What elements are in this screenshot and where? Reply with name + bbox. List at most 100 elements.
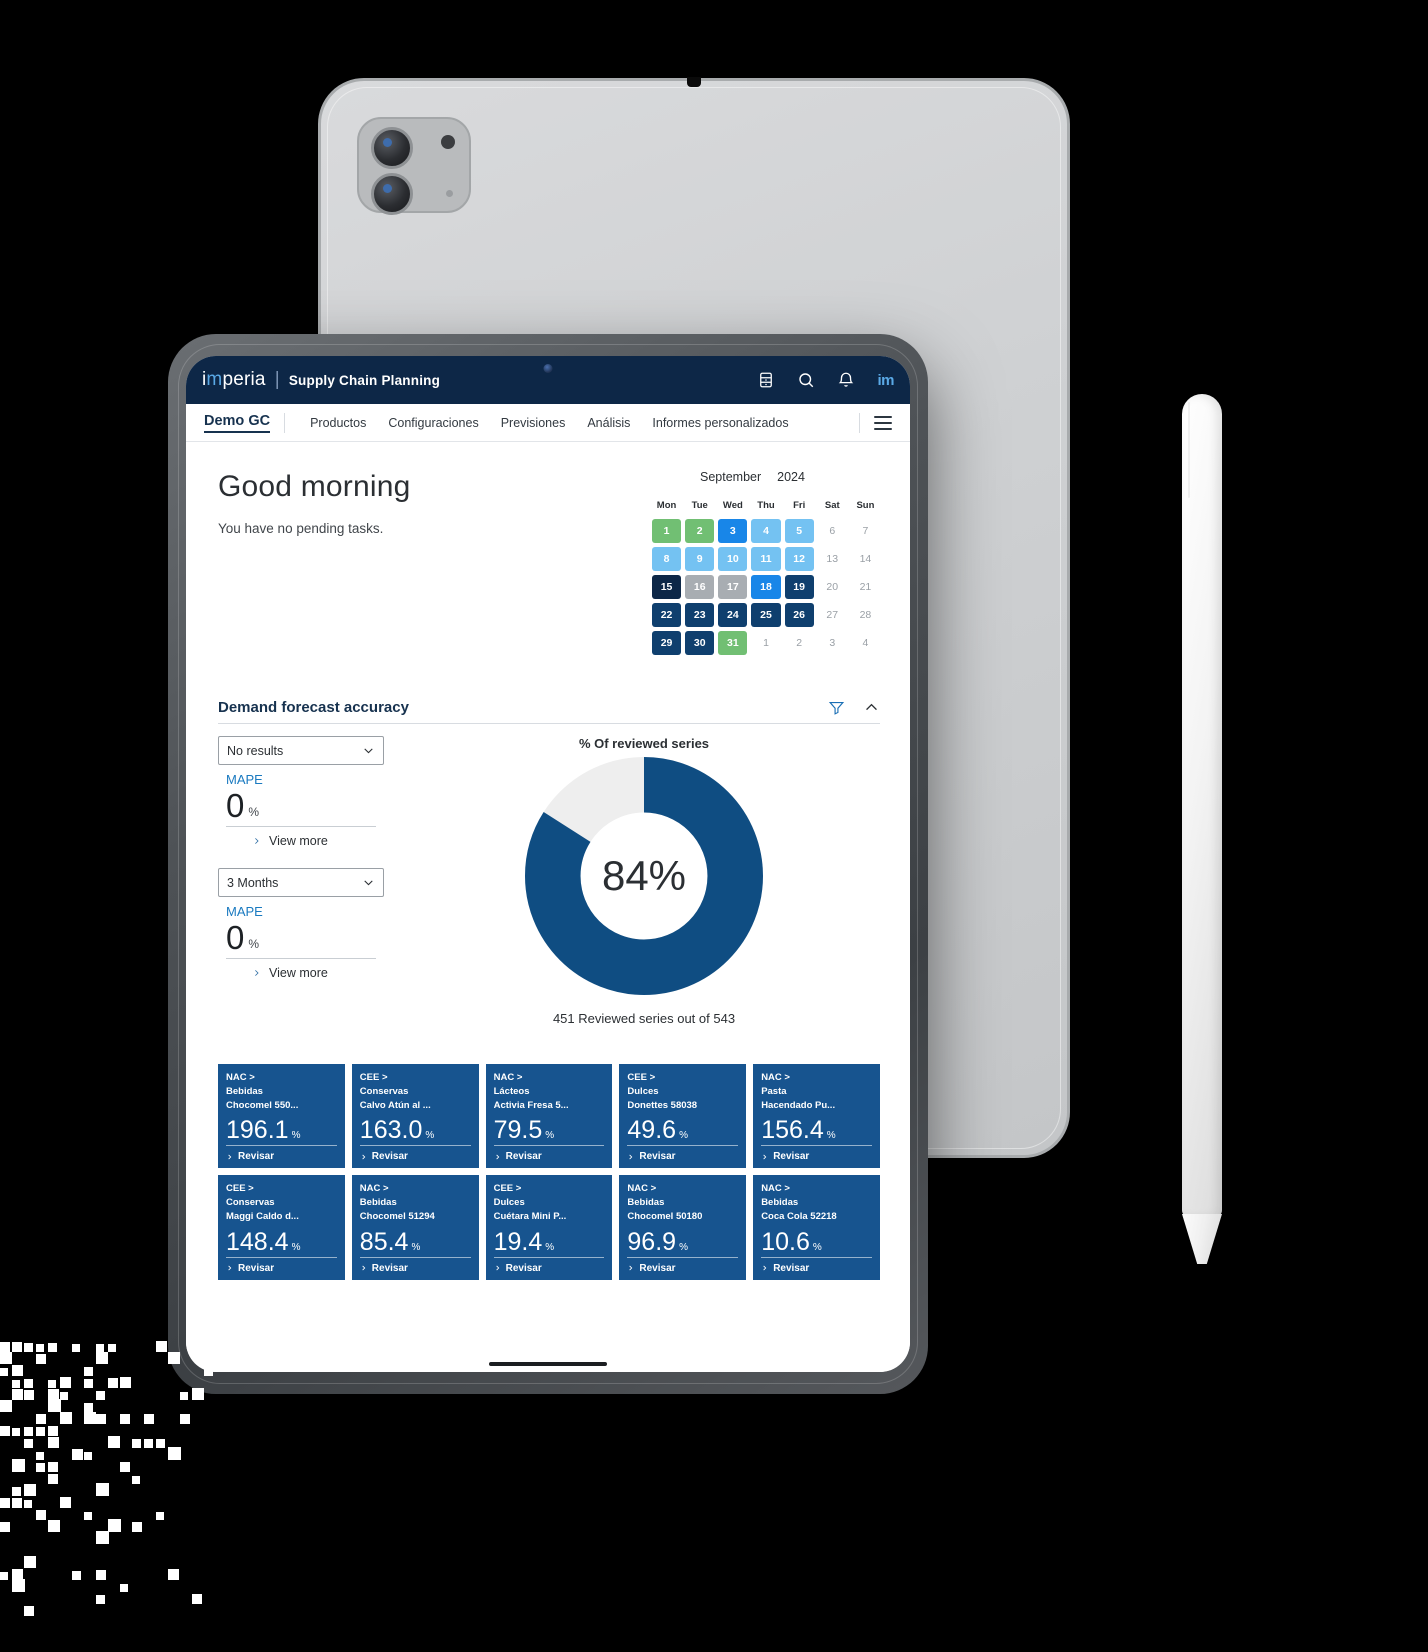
calendar-day-cell[interactable]: 3 <box>718 519 748 543</box>
calendar-day-cell[interactable]: 24 <box>718 603 748 627</box>
calendar-day-cell[interactable]: 2 <box>785 631 814 655</box>
nav-item-configuraciones[interactable]: Configuraciones <box>377 416 489 430</box>
nav-item-analisis[interactable]: Análisis <box>576 416 641 430</box>
nav-item-previsiones[interactable]: Previsiones <box>490 416 577 430</box>
series-card[interactable]: CEE > Dulces Cuétara Mini P... 19.4% Revisar <box>485 1175 613 1280</box>
chart-title: % Of reviewed series <box>578 736 710 751</box>
card-category: Lácteos <box>493 1085 530 1097</box>
series-card[interactable]: NAC > Lácteos Activia Fresa 5... 79.5% Revis… <box>485 1064 613 1169</box>
calendar-day-cell[interactable]: 3 <box>818 631 847 655</box>
card-revisar-link[interactable]: Revisar <box>494 1151 605 1162</box>
hamburger-icon[interactable] <box>874 415 892 430</box>
stylus-flat-edge <box>1188 402 1190 498</box>
calendar-day-cell[interactable]: 5 <box>784 519 814 543</box>
calendar-day-cell[interactable]: 12 <box>784 547 814 571</box>
calendar-day-cell[interactable]: 21 <box>851 575 880 599</box>
card-revisar-link[interactable]: Revisar <box>360 1151 471 1162</box>
card-revisar-link[interactable]: Revisar <box>627 1151 738 1162</box>
calendar-day-cell[interactable]: 16 <box>685 575 715 599</box>
calendar-day-cell[interactable]: 1 <box>652 519 682 543</box>
card-revisar-link[interactable]: Revisar <box>627 1263 738 1274</box>
card-category: Conservas <box>226 1197 275 1209</box>
metrics-column: No results MAPE 0 % View more 3 Months M… <box>218 736 408 1026</box>
stylus-pencil <box>1182 394 1222 1264</box>
filter-icon[interactable] <box>828 699 845 716</box>
calendar-icon[interactable] <box>757 371 775 389</box>
calendar-day-cell[interactable]: 19 <box>784 575 814 599</box>
calendar-day-cell[interactable]: 6 <box>818 519 847 543</box>
view-more-link[interactable]: View more <box>252 834 408 848</box>
header-actions: im <box>757 371 894 389</box>
series-card[interactable]: NAC > Bebidas Chocomel 550... 196.1% Revisar <box>218 1064 345 1169</box>
series-card[interactable]: NAC > Bebidas Coca Cola 52218 10.6% Revisar <box>753 1175 880 1280</box>
calendar-day-cell[interactable]: 18 <box>751 575 781 599</box>
nav-item-informes-personalizados[interactable]: Informes personalizados <box>641 416 799 430</box>
card-revisar-link[interactable]: Revisar <box>761 1263 872 1274</box>
card-region: NAC > <box>761 1183 790 1195</box>
calendar-day-cell[interactable]: 9 <box>685 547 715 571</box>
card-category: Bebidas <box>359 1197 397 1209</box>
bell-icon[interactable] <box>837 371 855 389</box>
series-card[interactable]: CEE > Conservas Maggi Caldo d... 148.4% Revi… <box>218 1175 345 1280</box>
card-revisar-link[interactable]: Revisar <box>226 1151 337 1162</box>
calendar-day-cell[interactable]: 13 <box>818 547 847 571</box>
calendar-day-cell[interactable]: 29 <box>652 631 682 655</box>
calendar-day-cell[interactable]: 26 <box>784 603 814 627</box>
calendar-day-cell[interactable]: 25 <box>751 603 781 627</box>
chevron-up-icon[interactable] <box>863 699 880 716</box>
period-select[interactable]: 3 Months <box>218 868 384 897</box>
calendar-day-cell[interactable]: 15 <box>652 575 682 599</box>
search-icon[interactable] <box>797 371 815 389</box>
series-card[interactable]: CEE > Dulces Donettes 58038 49.6% Revisar <box>619 1064 747 1169</box>
widget-title: Demand forecast accuracy <box>218 699 409 716</box>
calendar-day-cell[interactable]: 27 <box>818 603 847 627</box>
series-filter-select[interactable]: No results <box>218 736 384 765</box>
avatar[interactable]: im <box>877 372 894 389</box>
brand-logo[interactable]: imperia | Supply Chain Planning <box>202 369 440 391</box>
nav-account-selector[interactable]: Demo GC <box>204 413 271 433</box>
decorative-pixel-noise <box>0 1332 230 1652</box>
calendar-day-cell[interactable]: 28 <box>851 603 880 627</box>
card-value-row: 148.4% <box>226 1229 337 1258</box>
calendar-day-cell[interactable]: 4 <box>751 519 781 543</box>
series-card[interactable]: NAC > Pasta Hacendado Pu... 156.4% Revisar <box>753 1064 880 1169</box>
calendar-day-cell[interactable]: 30 <box>685 631 715 655</box>
card-region: CEE > <box>359 1072 388 1083</box>
card-revisar-link[interactable]: Revisar <box>761 1151 872 1162</box>
select-value: 3 Months <box>227 875 279 890</box>
series-card[interactable]: CEE > Conservas Calvo Atún al ... 163.0% Rev… <box>351 1064 479 1169</box>
card-revisar-link[interactable]: Revisar <box>494 1263 605 1274</box>
series-card[interactable]: NAC > Bebidas Chocomel 50180 96.9% Revisar <box>619 1175 747 1280</box>
card-category: Bebidas <box>761 1197 799 1209</box>
calendar-day-cell[interactable]: 20 <box>818 575 847 599</box>
series-card[interactable]: NAC > Bebidas Chocomel 51294 85.4% Revisar <box>351 1175 479 1280</box>
calendar-day-cell[interactable]: 23 <box>685 603 715 627</box>
card-unit: % <box>812 1241 822 1253</box>
calendar-day-cell[interactable]: 10 <box>718 547 748 571</box>
calendar-day-cell[interactable]: 14 <box>851 547 880 571</box>
calendar-day-cell[interactable]: 7 <box>851 519 880 543</box>
nav-item-productos[interactable]: Productos <box>299 416 377 430</box>
calendar-dow-label: Mon <box>656 500 677 511</box>
chevron-right-icon <box>494 1152 501 1162</box>
card-revisar-label: Revisar <box>773 1151 810 1163</box>
calendar-day-cell[interactable]: 17 <box>718 575 748 599</box>
calendar-day-cell[interactable]: 1 <box>751 631 780 655</box>
calendar-day-cell[interactable]: 22 <box>652 603 682 627</box>
card-revisar-link[interactable]: Revisar <box>360 1263 471 1274</box>
calendar-day-cell[interactable]: 2 <box>685 519 715 543</box>
card-value-row: 163.0% <box>359 1118 471 1147</box>
view-more-link[interactable]: View more <box>252 966 408 980</box>
card-category: Pasta <box>761 1085 787 1097</box>
metric-unit: % <box>248 805 260 819</box>
calendar-day-cell[interactable]: 31 <box>718 631 748 655</box>
card-product: Calvo Atún al ... <box>359 1099 431 1111</box>
card-revisar-label: Revisar <box>505 1262 542 1274</box>
calendar-day-cell[interactable]: 11 <box>751 547 781 571</box>
calendar-day-cell[interactable]: 4 <box>851 631 880 655</box>
chevron-right-icon <box>627 1263 634 1273</box>
card-category: Conservas <box>359 1085 409 1097</box>
card-revisar-link[interactable]: Revisar <box>226 1263 337 1274</box>
brand-separator: | <box>274 369 280 390</box>
calendar-day-cell[interactable]: 8 <box>652 547 682 571</box>
